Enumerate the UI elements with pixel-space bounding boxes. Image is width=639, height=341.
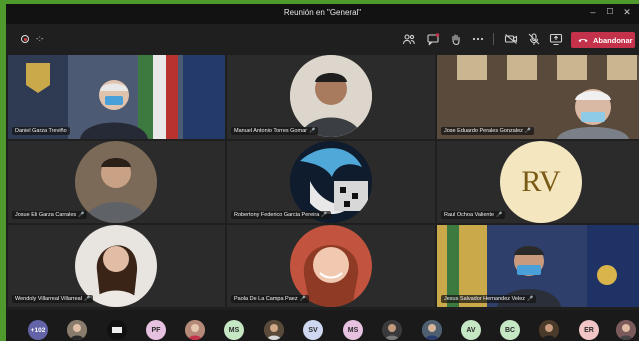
mic-off-icon[interactable] [527,32,541,46]
mic-muted-icon: 🎤 [299,296,306,302]
participant-avatar[interactable]: PF [146,320,166,340]
title-bar: Reunión en "General" – ☐ ✕ [6,4,639,24]
participants-strip: +102 PF MS SV MS AV BC ER [6,310,639,341]
participant-tile[interactable]: RV Raul Ochoa Valiente 🎤 [437,141,639,223]
minimize-button[interactable]: – [586,7,600,17]
participant-tile[interactable]: Paola De La Campa Paez 🎤 [227,225,435,307]
participants-icon[interactable] [402,32,416,46]
camera-off-icon[interactable] [504,32,518,46]
mic-muted-icon: 🎤 [78,212,85,218]
more-participants-badge[interactable]: +102 [28,320,48,340]
chat-icon[interactable] [426,32,440,46]
mic-muted-icon: 🎤 [524,128,532,134]
participant-name: Jose Eduardo Perales Gonzalez 🎤 [441,127,535,135]
participant-avatar[interactable] [616,320,636,340]
more-options-icon[interactable] [471,32,485,46]
participant-tile[interactable]: Jose Eduardo Perales Gonzalez 🎤 [437,55,639,139]
participant-initials-avatar: RV [500,141,582,223]
leave-label: Abandonar [593,35,633,45]
participant-avatar[interactable] [539,320,559,340]
participant-name: Josue Eli Garza Carrales 🎤 [12,211,88,219]
mic-muted-icon: 🎤 [83,296,91,302]
phone-hangup-icon [578,39,588,42]
participant-tile[interactable]: Manuel Antonio Torres Gomar 🎤 [227,55,435,139]
participant-avatar[interactable] [185,320,205,340]
mic-muted-icon: 🎤 [496,212,503,218]
participant-name: Robertony Federico Garcia Pereira 🎤 [231,211,331,219]
mic-muted-icon: 🎤 [321,212,328,218]
participant-name: Daniel Garza Treviño [12,127,70,135]
participant-avatar[interactable] [67,320,87,340]
participant-avatar[interactable]: AV [461,320,481,340]
participant-photo [290,55,372,137]
participant-avatar[interactable]: MS [224,320,244,340]
share-screen-icon[interactable] [549,32,563,46]
participant-avatar[interactable]: BC [500,320,520,340]
participant-avatar[interactable] [382,320,402,340]
meeting-toolbar: -:- Abandonar [6,24,639,54]
toolbar-divider [493,33,494,45]
participant-avatar[interactable] [264,320,284,340]
mic-muted-icon: 🎤 [527,296,534,302]
participant-tile[interactable]: Jesus Salvador Hernandez Velez 🎤 [437,225,639,307]
participant-photo [75,141,157,223]
participant-avatar[interactable] [422,320,442,340]
participant-name: Jesus Salvador Hernandez Velez 🎤 [441,295,537,303]
maximize-button[interactable]: ☐ [603,7,617,16]
mic-muted-icon: 🎤 [308,128,316,134]
participant-tile[interactable]: Josue Eli Garza Carrales 🎤 [8,141,225,223]
window-title: Reunión en "General" [283,8,362,17]
participant-avatar[interactable]: MS [343,320,363,340]
participant-avatar[interactable]: ER [579,320,599,340]
meeting-timer: -:- [36,34,44,43]
participant-name: Manuel Antonio Torres Gomar 🎤 [231,127,319,135]
close-button[interactable]: ✕ [620,7,634,18]
participant-tile[interactable]: Daniel Garza Treviño [8,55,225,139]
participant-avatar[interactable]: SV [303,320,323,340]
participant-avatar[interactable] [107,320,127,340]
participant-tile[interactable]: Wendoly Villarreal Villarreal 🎤 [8,225,225,307]
leave-button[interactable]: Abandonar [571,32,635,48]
participant-name: Wendoly Villarreal Villarreal 🎤 [12,295,94,303]
raise-hand-icon[interactable] [449,32,463,46]
participant-name: Paola De La Campa Paez 🎤 [231,295,309,303]
teams-meeting-window: Reunión en "General" – ☐ ✕ -:- Abandonar… [6,4,639,341]
participant-tile[interactable]: Robertony Federico Garcia Pereira 🎤 [227,141,435,223]
recording-icon [21,35,29,43]
logo-icon [107,320,127,340]
participant-name: Raul Ochoa Valiente 🎤 [441,211,506,219]
